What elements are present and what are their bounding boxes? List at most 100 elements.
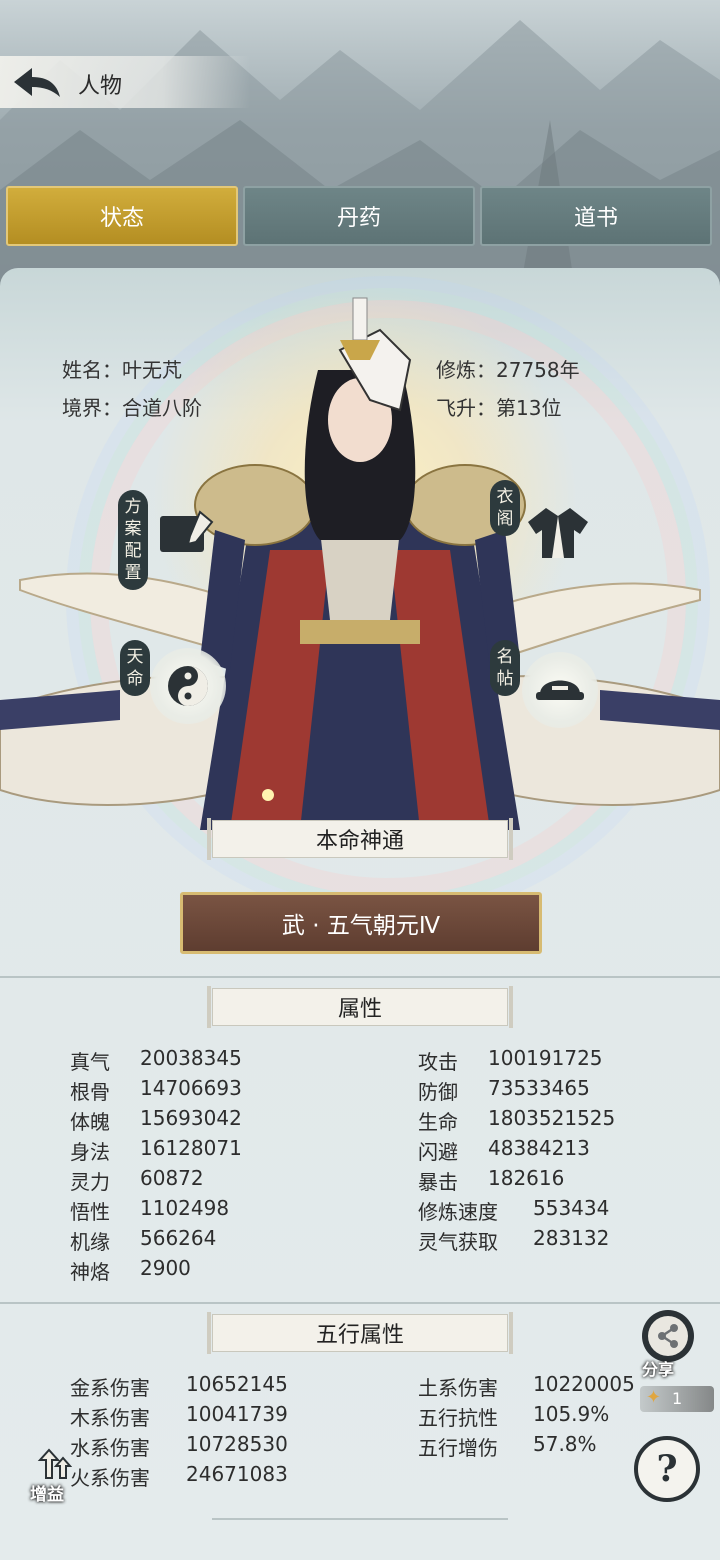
character-portrait	[0, 297, 720, 830]
tab-pills[interactable]: 丹药	[243, 186, 475, 246]
share-reward-badge[interactable]: ✦ 1	[640, 1386, 714, 1412]
stat-label: 悟性	[70, 1200, 110, 1224]
stat-label: 真气	[70, 1050, 110, 1074]
stat-row: 暴击 182616	[418, 1166, 564, 1195]
stat-value: 10728530	[186, 1432, 288, 1456]
section-divider	[0, 976, 720, 978]
stat-label: 体魄	[70, 1110, 110, 1134]
stat-value: 15693042	[140, 1106, 242, 1130]
tab-bar: 状态 丹药 道书	[6, 186, 716, 246]
stat-value: 10652145	[186, 1372, 288, 1396]
tab-status-label: 状态	[99, 206, 144, 231]
stat-label: 五行增伤	[418, 1436, 498, 1460]
stat-row: 身法 16128071	[70, 1136, 242, 1165]
stat-label: 闪避	[418, 1140, 458, 1164]
stat-row: 真气 20038345	[70, 1046, 242, 1075]
stat-label: 防御	[418, 1080, 458, 1104]
plan-config-button[interactable]: 方案配置	[118, 490, 228, 590]
arrow-up-icon	[37, 1448, 72, 1479]
buff-button[interactable]: 增益	[28, 1448, 80, 1508]
section-divider	[0, 1302, 720, 1304]
stat-row: 生命 1803521525	[418, 1106, 615, 1135]
question-icon: ?	[656, 1448, 678, 1490]
outfit-label: 衣阁	[490, 480, 520, 536]
stat-label: 修炼速度	[418, 1200, 498, 1224]
stat-value: 57.8%	[533, 1432, 597, 1456]
stat-label: 身法	[70, 1140, 110, 1164]
stat-value: 73533465	[488, 1076, 590, 1100]
fate-label: 天命	[120, 640, 150, 696]
stat-label: 根骨	[70, 1080, 110, 1104]
tab-status[interactable]: 状态	[6, 186, 238, 246]
stat-value: 24671083	[186, 1462, 288, 1486]
yin-yang-icon	[168, 666, 208, 706]
stat-row: 木系伤害 10041739	[70, 1402, 288, 1431]
stat-row: 五行增伤 57.8%	[418, 1432, 597, 1461]
stat-label: 土系伤害	[418, 1376, 498, 1400]
stat-row: 机缘 566264	[70, 1226, 216, 1255]
attributes-title: 属性	[337, 997, 382, 1022]
stat-value: 14706693	[140, 1076, 242, 1100]
stat-row: 灵力 60872	[70, 1166, 204, 1195]
stat-row: 灵气获取 283132	[418, 1226, 609, 1255]
stat-row: 五行抗性 105.9%	[418, 1402, 609, 1431]
robe-icon	[528, 508, 588, 558]
stat-row: 水系伤害 10728530	[70, 1432, 288, 1461]
stat-label: 神烙	[70, 1260, 110, 1284]
stat-value: 100191725	[488, 1046, 603, 1070]
stat-value: 553434	[533, 1196, 610, 1220]
elements-banner: 五行属性	[207, 1312, 513, 1354]
stat-value: 2900	[140, 1256, 191, 1280]
stat-row: 金系伤害 10652145	[70, 1372, 288, 1401]
fate-button[interactable]: 天命	[120, 640, 240, 730]
outfit-button[interactable]: 衣阁	[490, 480, 600, 570]
share-count: 1	[672, 1389, 683, 1408]
stat-label: 机缘	[70, 1230, 110, 1254]
hat-icon	[536, 680, 584, 700]
destiny-skill-banner: 本命神通	[207, 818, 513, 860]
plan-config-label: 方案配置	[118, 490, 148, 590]
attributes-banner: 属性	[207, 986, 513, 1028]
share-button[interactable]: 分享	[636, 1308, 702, 1380]
name-card-label: 名帖	[490, 640, 520, 696]
elements-title: 五行属性	[315, 1323, 404, 1348]
stat-row: 闪避 48384213	[418, 1136, 590, 1165]
stat-value: 182616	[488, 1166, 565, 1190]
section-divider	[212, 1518, 508, 1520]
stat-value: 60872	[140, 1166, 204, 1190]
stat-label: 五行抗性	[418, 1406, 498, 1430]
destiny-skill-button[interactable]: 武 · 五气朝元Ⅳ	[180, 892, 542, 954]
stat-row: 火系伤害 24671083	[70, 1462, 288, 1491]
stat-value: 566264	[140, 1226, 217, 1250]
name-card-button[interactable]: 名帖	[490, 640, 610, 730]
stat-value: 10220005	[533, 1372, 635, 1396]
stat-label: 生命	[418, 1110, 458, 1134]
page-title: 人物	[78, 74, 123, 99]
help-button[interactable]: ?	[634, 1436, 700, 1502]
stat-row: 土系伤害 10220005	[418, 1372, 635, 1401]
stat-value: 283132	[533, 1226, 610, 1250]
tab-books-label: 道书	[573, 206, 618, 231]
back-arrow-icon[interactable]	[10, 64, 64, 100]
mountain-scenery	[0, 20, 720, 290]
stat-label: 灵力	[70, 1170, 110, 1194]
stat-row: 防御 73533465	[418, 1076, 590, 1105]
stat-row: 修炼速度 553434	[418, 1196, 609, 1225]
stat-value: 48384213	[488, 1136, 590, 1160]
stat-label: 暴击	[418, 1170, 458, 1194]
stat-row: 攻击 100191725	[418, 1046, 603, 1075]
stat-label: 灵气获取	[418, 1230, 498, 1254]
stat-label: 木系伤害	[70, 1406, 150, 1430]
stat-row: 体魄 15693042	[70, 1106, 242, 1135]
share-label: 分享	[642, 1360, 675, 1379]
stat-value: 1803521525	[488, 1106, 616, 1130]
header-bar: 人物	[0, 56, 250, 108]
gift-icon: ✦	[646, 1387, 662, 1408]
book-icon	[160, 510, 214, 552]
stat-value: 20038345	[140, 1046, 242, 1070]
tab-pills-label: 丹药	[336, 206, 381, 231]
stat-label: 金系伤害	[70, 1376, 150, 1400]
stat-value: 105.9%	[533, 1402, 610, 1426]
stat-value: 16128071	[140, 1136, 242, 1160]
tab-books[interactable]: 道书	[480, 186, 712, 246]
